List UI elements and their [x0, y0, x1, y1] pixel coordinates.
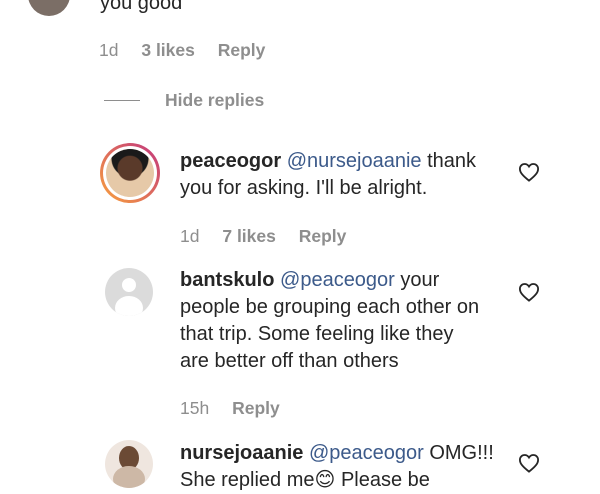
comment-text: you good — [100, 0, 183, 14]
likes-count[interactable]: 3 likes — [141, 40, 195, 60]
heart-icon[interactable] — [518, 282, 540, 302]
divider — [104, 100, 140, 101]
username[interactable]: peaceogor — [180, 150, 281, 172]
reply-text: nursejoaanie @peaceogor OMG!!! She repli… — [180, 442, 494, 491]
avatar-image — [106, 149, 154, 197]
avatar[interactable] — [28, 0, 70, 16]
reply-text: bantskulo @peaceogor your people be grou… — [180, 269, 480, 372]
heart-icon[interactable] — [518, 162, 540, 182]
reply-time: 15h — [180, 398, 210, 418]
avatar-story-ring[interactable] — [100, 143, 160, 203]
hide-replies-button[interactable]: Hide replies — [165, 90, 264, 111]
reply-button[interactable]: Reply — [232, 398, 280, 418]
mention-link[interactable]: @peaceogor — [309, 442, 424, 464]
username[interactable]: bantskulo — [180, 269, 274, 291]
reply-button[interactable]: Reply — [218, 40, 266, 60]
mention-link[interactable]: @nursejoaanie — [287, 150, 422, 172]
person-placeholder-icon[interactable] — [105, 268, 153, 316]
reply-time: 1d — [180, 226, 200, 246]
reply-button[interactable]: Reply — [299, 226, 347, 246]
reply-meta: 1d 7 likes Reply — [180, 226, 364, 247]
likes-count[interactable]: 7 likes — [222, 226, 276, 246]
smiling-emoji-icon: 😊 — [314, 469, 336, 491]
avatar[interactable] — [105, 440, 153, 488]
username[interactable]: nursejoaanie — [180, 442, 303, 464]
reply-meta: 15h Reply — [180, 398, 298, 419]
comment-time: 1d — [99, 40, 119, 60]
comment-meta: 1d 3 likes Reply — [99, 40, 283, 61]
reply-text: peaceogor @nursejoaanie thank you for as… — [180, 150, 477, 199]
heart-icon[interactable] — [518, 453, 540, 473]
mention-link[interactable]: @peaceogor — [280, 269, 395, 291]
